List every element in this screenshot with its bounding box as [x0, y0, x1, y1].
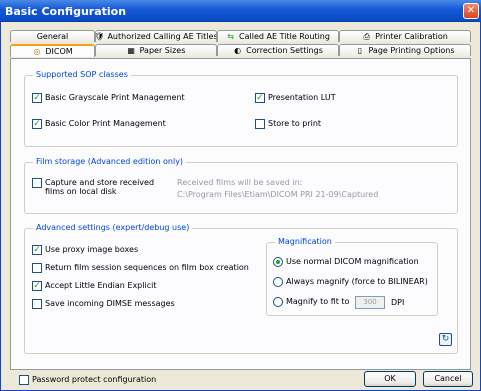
save-dimse-messages-checkbox[interactable]: Save incoming DIMSE messages	[32, 299, 175, 309]
printer-calibration-icon: ⎙	[363, 32, 370, 41]
sop-classes-title: Supported SOP classes	[33, 70, 131, 79]
always-magnify-radio[interactable]: Always magnify (force to BILINEAR)	[273, 277, 428, 287]
basic-color-checkbox[interactable]: ✓ Basic Color Print Management	[32, 119, 166, 129]
dicom-tab-panel: Supported SOP classes ✓ Basic Grayscale …	[10, 58, 471, 370]
checkbox-label: Accept Little Endian Explicit	[45, 281, 157, 290]
tab-general[interactable]: General	[10, 30, 95, 42]
checkbox-box[interactable]: ✓	[32, 119, 42, 129]
cancel-button[interactable]: Cancel	[423, 371, 473, 387]
checkbox-box[interactable]	[32, 263, 42, 273]
checkbox-box[interactable]: ✓	[32, 281, 42, 291]
tab-authorized-calling-ae-titles[interactable]: 🛡 Authorized Calling AE Titles	[95, 30, 217, 42]
checkbox-label: Password protect configuration	[32, 375, 157, 384]
checkbox-label: Use proxy image boxes	[45, 245, 139, 254]
tab-called-ae-title-routing[interactable]: ⇆ Called AE Title Routing	[217, 30, 339, 42]
magnify-to-fit-radio[interactable]: Magnify to fit to	[273, 297, 349, 307]
title-bar: Basic Configuration ✕	[0, 0, 481, 22]
capture-label-line2: films on local disk	[45, 187, 117, 196]
close-button[interactable]: ✕	[463, 3, 479, 19]
dpi-input[interactable]: 300	[355, 296, 385, 309]
magnification-title: Magnification	[275, 237, 335, 246]
presentation-lut-checkbox[interactable]: ✓ Presentation LUT	[255, 93, 336, 103]
film-storage-group: Film storage (Advanced edition only) Cap…	[24, 157, 458, 214]
tab-correction-settings[interactable]: ◐ Correction Settings	[217, 44, 339, 56]
page-icon: ▯	[357, 46, 363, 55]
checkbox-label: Store to print	[268, 119, 322, 128]
captured-path: C:\Program Files\Etiam\DICOM PRI 21-09\C…	[177, 190, 379, 199]
checkbox-box[interactable]	[32, 299, 42, 309]
tab-label: DICOM	[45, 47, 73, 56]
checkbox-label: Save incoming DIMSE messages	[45, 299, 175, 308]
checkbox-label: Presentation LUT	[268, 93, 336, 102]
checkbox-label: Capture and store received films on loca…	[45, 178, 154, 196]
tab-dicom[interactable]: ◎ DICOM	[10, 44, 95, 57]
checkbox-label: Return film session sequences on film bo…	[45, 263, 249, 272]
checkbox-box[interactable]	[32, 178, 42, 188]
tab-row-1: General 🛡 Authorized Calling AE Titles ⇆…	[10, 30, 471, 42]
window-title: Basic Configuration	[5, 5, 127, 18]
ae-titles-icon: 🛡	[95, 32, 105, 41]
checkbox-box[interactable]: ✓	[32, 93, 42, 103]
tab-page-printing-options[interactable]: ▯ Page Printing Options	[339, 44, 471, 56]
checkbox-box[interactable]: ✓	[255, 93, 265, 103]
ok-button[interactable]: OK	[364, 371, 416, 387]
checkbox-label: Basic Grayscale Print Management	[45, 93, 185, 102]
paper-sizes-icon: ▦	[127, 46, 135, 55]
store-to-print-checkbox[interactable]: Store to print	[255, 119, 321, 129]
capture-label-line1: Capture and store received	[45, 178, 155, 187]
capture-films-checkbox[interactable]: Capture and store received films on loca…	[32, 178, 154, 196]
radio-dot[interactable]	[273, 297, 283, 307]
password-protect-checkbox[interactable]: Password protect configuration	[19, 375, 156, 385]
radio-label: Always magnify (force to BILINEAR)	[286, 277, 428, 286]
radio-dot[interactable]	[273, 257, 283, 267]
tab-row-2: ◎ DICOM ▦ Paper Sizes ◐ Correction Setti…	[10, 44, 471, 57]
reset-icon[interactable]: ↻	[439, 333, 452, 346]
correction-icon: ◐	[234, 46, 242, 55]
accept-little-endian-checkbox[interactable]: ✓ Accept Little Endian Explicit	[32, 281, 156, 291]
use-proxy-image-boxes-checkbox[interactable]: ✓ Use proxy image boxes	[32, 245, 138, 255]
radio-label: Use normal DICOM magnification	[286, 257, 419, 266]
advanced-settings-group: Advanced settings (expert/debug use) ✓ U…	[24, 223, 458, 354]
routing-icon: ⇆	[227, 32, 234, 41]
checkbox-label: Basic Color Print Management	[45, 119, 166, 128]
tab-paper-sizes[interactable]: ▦ Paper Sizes	[95, 44, 217, 56]
radio-label: Magnify to fit to	[286, 297, 350, 306]
dialog-window: General 🛡 Authorized Calling AE Titles ⇆…	[0, 22, 481, 391]
tab-label: Printer Calibration	[375, 32, 448, 41]
dicom-icon: ◎	[33, 47, 41, 56]
tab-printer-calibration[interactable]: ⎙ Printer Calibration	[339, 30, 471, 42]
checkbox-box[interactable]	[255, 119, 265, 129]
advanced-settings-title: Advanced settings (expert/debug use)	[33, 223, 193, 232]
sop-classes-group: Supported SOP classes ✓ Basic Grayscale …	[24, 70, 458, 147]
saved-in-label: Received films will be saved in:	[177, 178, 303, 187]
dpi-unit-label: DPI	[391, 298, 405, 307]
checkbox-box[interactable]	[19, 375, 29, 385]
tab-label: Correction Settings	[246, 46, 323, 55]
film-storage-title: Film storage (Advanced edition only)	[33, 157, 187, 166]
magnification-group: Magnification Use normal DICOM magnifica…	[266, 237, 438, 316]
return-film-session-checkbox[interactable]: Return film session sequences on film bo…	[32, 263, 249, 273]
tab-label: Called AE Title Routing	[239, 32, 330, 41]
tab-label: Page Printing Options	[368, 46, 455, 55]
normal-magnification-radio[interactable]: Use normal DICOM magnification	[273, 257, 419, 267]
tab-label: Authorized Calling AE Titles	[107, 32, 217, 41]
checkbox-box[interactable]: ✓	[32, 245, 42, 255]
tab-label: Paper Sizes	[139, 46, 186, 55]
tab-label: General	[36, 32, 69, 41]
basic-grayscale-checkbox[interactable]: ✓ Basic Grayscale Print Management	[32, 93, 185, 103]
radio-dot[interactable]	[273, 277, 283, 287]
